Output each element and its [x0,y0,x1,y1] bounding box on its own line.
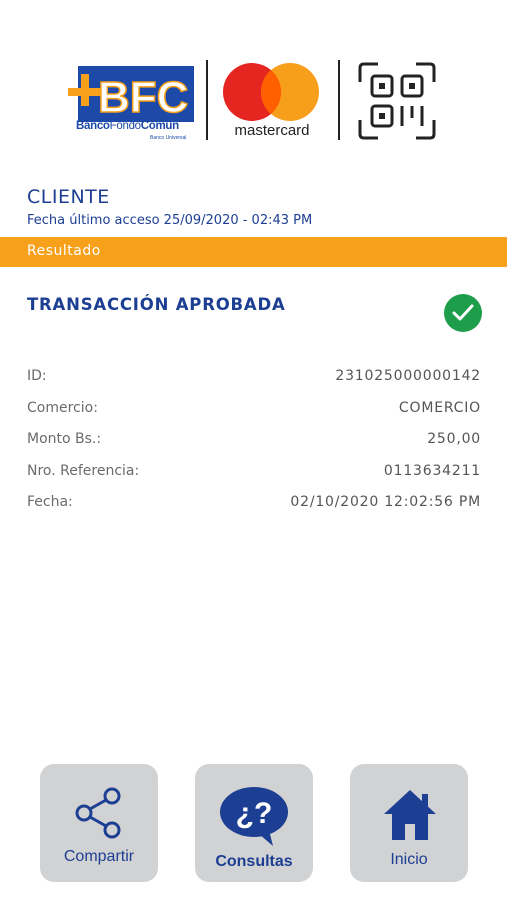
mastercard-logo [223,63,319,121]
detail-label: Comercio: [27,399,98,416]
detail-value: 231025000000142 [335,368,481,384]
share-button-label: Compartir [63,848,135,865]
detail-value: COMERCIO [398,399,481,416]
mastercard-wordmark: mastercard [234,122,310,139]
detail-value: 250,00 [427,431,481,447]
svg-text:BFC: BFC [98,73,188,122]
result-section-bar: Resultado [0,237,507,267]
bank-subtitle: Banco Universal [150,135,187,141]
share-icon [75,787,121,839]
transaction-status: TRANSACCIÓN APROBADA [27,295,286,314]
detail-label: Fecha: [27,494,73,510]
logo-divider [338,60,340,140]
qr-icon [358,62,436,140]
detail-label: Monto Bs.: [27,431,102,447]
queries-button-label: Consultas [215,853,293,870]
client-title: CLIENTE [27,186,110,208]
detail-row-amount: Monto Bs.: 250,00 [27,431,481,463]
detail-row-id: ID: 231025000000142 [27,368,481,400]
svg-text:¿?: ¿? [236,797,273,830]
home-button[interactable]: Inicio [350,764,468,882]
detail-label: ID: [27,368,47,384]
result-section-label: Resultado [27,243,101,259]
home-button-label: Inicio [390,851,428,868]
brand-logos: BFC BancoFondoComún Banco Universal mast… [0,58,507,144]
detail-value: 0113634211 [383,462,481,479]
detail-row-date: Fecha: 02/10/2020 12:02:56 PM [27,494,481,526]
detail-row-reference: Nro. Referencia: 0113634211 [27,463,481,495]
bank-name: BancoFondoComún [76,120,179,132]
check-icon [444,294,482,332]
question-bubble-icon: ¿? [220,787,288,846]
home-icon [384,790,436,840]
last-access-date: Fecha último acceso 25/09/2020 - 02:43 P… [27,213,313,228]
detail-label: Nro. Referencia: [27,462,140,479]
logo-divider [206,60,208,140]
transaction-details: ID: 231025000000142 Comercio: COMERCIO M… [27,368,481,526]
detail-row-merchant: Comercio: COMERCIO [27,400,481,432]
share-button[interactable]: Compartir [40,764,158,882]
detail-value: 02/10/2020 12:02:56 PM [290,494,481,510]
queries-button[interactable]: ¿? Consultas [195,764,313,882]
